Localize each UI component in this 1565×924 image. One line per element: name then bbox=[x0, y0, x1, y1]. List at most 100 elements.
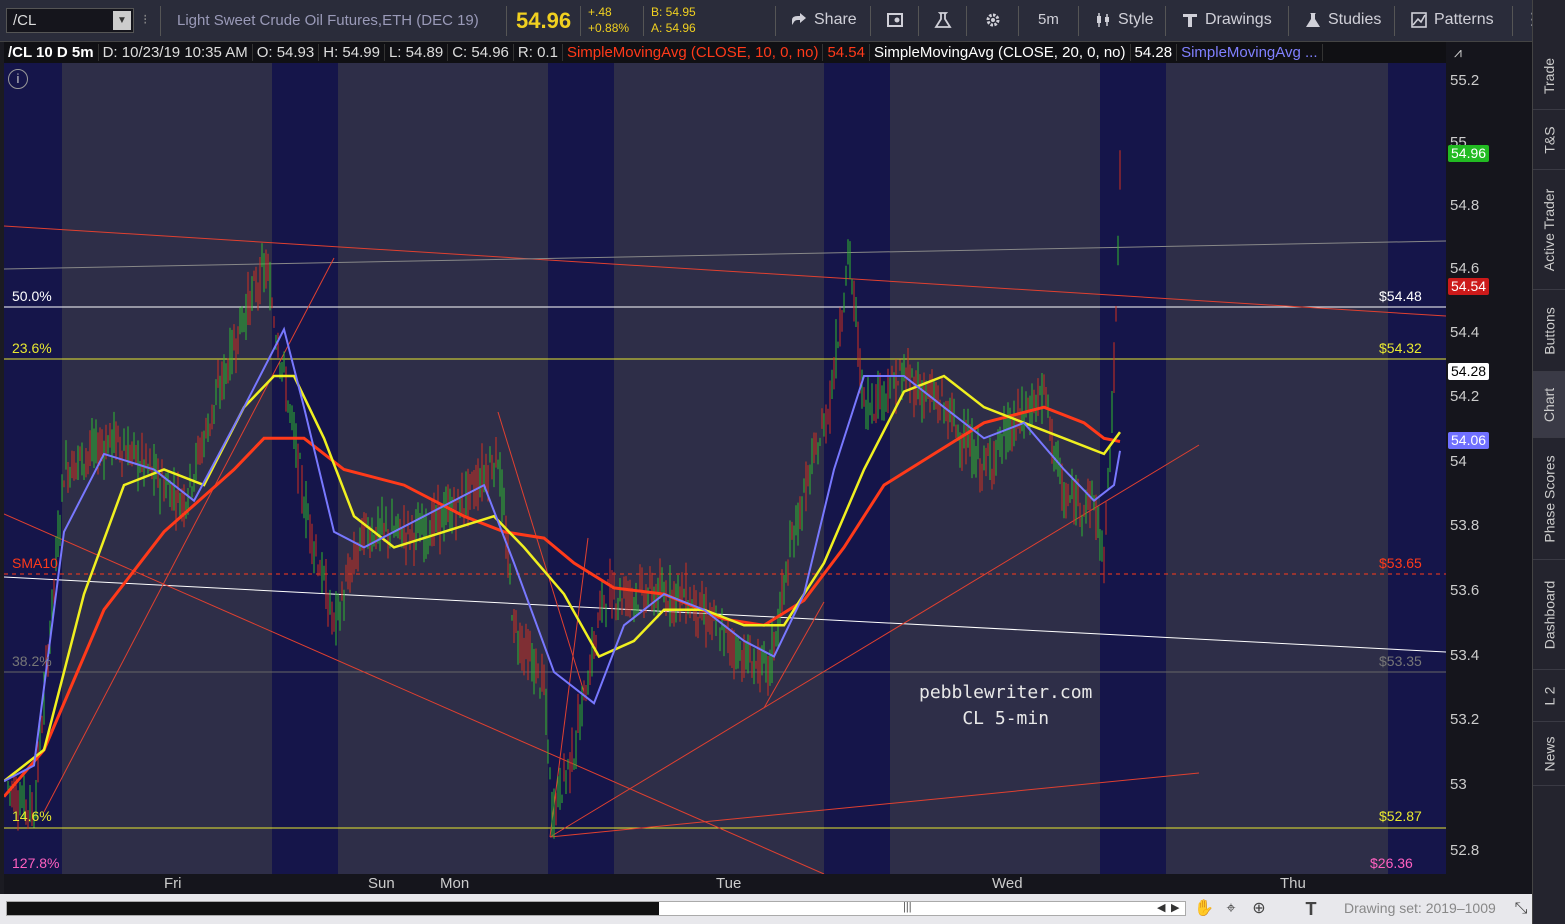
time-axis[interactable]: Fri Sun Mon Tue Wed Thu bbox=[4, 874, 1532, 894]
info-sma-more: SimpleMovingAvg ... bbox=[1177, 44, 1323, 61]
info-open: O: 54.93 bbox=[253, 44, 320, 61]
tab-phase-scores[interactable]: Phase Scores bbox=[1533, 438, 1565, 560]
share-button[interactable]: Share bbox=[790, 11, 857, 29]
timeframe-button[interactable]: 5m bbox=[1038, 11, 1059, 28]
sma10-badge: 54.54 bbox=[1448, 278, 1490, 295]
price-tick: 53.4 bbox=[1450, 647, 1480, 664]
expand-icon[interactable]: ⤡ bbox=[1512, 900, 1530, 918]
style-label: Style bbox=[1118, 11, 1154, 28]
info-date: D: 10/23/19 10:35 AM bbox=[99, 44, 253, 61]
symbol-input[interactable]: /CL ▼ bbox=[6, 8, 134, 33]
tab-buttons[interactable]: Buttons bbox=[1533, 290, 1565, 372]
fib-price-14: $52.87 bbox=[1379, 808, 1422, 824]
tab-dashboard[interactable]: Dashboard bbox=[1533, 560, 1565, 670]
top-toolbar: /CL ▼ ⁝ Light Sweet Crude Oil Futures,ET… bbox=[0, 0, 1565, 42]
bottom-bar: ||| ◀ ▶ ✋ ⌖ ⊕ T Drawing set: 2019–1009 ⤡ bbox=[0, 894, 1532, 924]
time-tick: Thu bbox=[1280, 875, 1306, 892]
tab-dashboard-label: Dashboard bbox=[1541, 580, 1558, 649]
fib-pct-50: 50.0% bbox=[12, 288, 52, 304]
sma10-marker-price: $53.65 bbox=[1379, 555, 1422, 571]
session-band bbox=[824, 42, 890, 874]
info-low: L: 54.89 bbox=[385, 44, 449, 61]
tab-trade-label: Trade bbox=[1541, 57, 1558, 94]
drawing-set-status: Drawing set: 2019–1009 bbox=[1344, 900, 1496, 916]
text-tool-icon bbox=[1183, 14, 1197, 27]
price-tick: 52.8 bbox=[1450, 842, 1480, 859]
sma10-marker-label: SMA10 bbox=[12, 555, 58, 571]
zoom-icon[interactable]: ⊕ bbox=[1250, 900, 1268, 918]
price-chart[interactable]: pebblewriter.com CL 5-min 50.0% 23.6% 38… bbox=[4, 42, 1446, 874]
scrollbar-thumb[interactable] bbox=[7, 902, 659, 915]
info-symbol-period: /CL 10 D 5m bbox=[4, 44, 99, 61]
crosshair-icon[interactable]: ⌖ bbox=[1222, 900, 1240, 918]
info-sma20-value: 54.28 bbox=[1131, 44, 1178, 61]
chart-canvas[interactable] bbox=[4, 42, 1446, 874]
session-band bbox=[1388, 42, 1446, 874]
settings-panel-icon bbox=[887, 13, 903, 27]
time-tick: Tue bbox=[716, 875, 742, 892]
style-button[interactable]: Style bbox=[1094, 11, 1154, 29]
tab-news[interactable]: News bbox=[1533, 722, 1565, 786]
fib-price-38: $53.35 bbox=[1379, 653, 1422, 669]
chart-settings-button[interactable] bbox=[886, 11, 904, 29]
time-tick: Fri bbox=[164, 875, 182, 892]
sma20-badge: 54.28 bbox=[1448, 363, 1490, 380]
gear-button[interactable] bbox=[984, 11, 1002, 29]
text-tool-icon[interactable]: T bbox=[1302, 900, 1320, 918]
sma-blue-badge: 54.06 bbox=[1448, 432, 1490, 449]
symbol-value: /CL bbox=[13, 12, 37, 29]
price-tick: 54 bbox=[1450, 453, 1467, 470]
price-axis[interactable]: ⩘ 55.2 55 54.8 54.6 54.4 54.2 54 53.8 53… bbox=[1446, 42, 1532, 874]
tab-level2-label: L 2 bbox=[1541, 686, 1558, 705]
info-icon[interactable]: i bbox=[8, 69, 28, 89]
pan-icon[interactable]: ✋ bbox=[1194, 900, 1214, 918]
patterns-button[interactable]: Patterns bbox=[1410, 11, 1494, 29]
tab-level2[interactable]: L 2 bbox=[1533, 670, 1565, 722]
chart-scrollbar[interactable]: ||| ◀ ▶ bbox=[6, 901, 1186, 916]
session-band bbox=[4, 42, 62, 874]
studies-button[interactable]: Studies bbox=[1304, 11, 1381, 29]
axis-scale-icon[interactable]: ⩘ bbox=[1454, 44, 1462, 61]
last-price-badge: 54.96 bbox=[1448, 145, 1490, 162]
fib-price-50: $54.48 bbox=[1379, 288, 1422, 304]
price-tick: 55.2 bbox=[1450, 72, 1480, 89]
share-icon bbox=[792, 13, 806, 25]
drawings-label: Drawings bbox=[1205, 11, 1272, 28]
price-tick: 54.6 bbox=[1450, 260, 1480, 277]
patterns-label: Patterns bbox=[1434, 11, 1494, 28]
last-price: 54.96 bbox=[516, 8, 572, 33]
fib-pct-23: 23.6% bbox=[12, 340, 52, 356]
price-tick: 53 bbox=[1450, 776, 1467, 793]
flask-button[interactable] bbox=[934, 11, 952, 29]
tab-time-sales[interactable]: T&S bbox=[1533, 110, 1565, 170]
tab-active-trader[interactable]: Active Trader bbox=[1533, 170, 1565, 290]
symbol-options-icon[interactable]: ⁝ bbox=[143, 11, 147, 28]
fib-pct-38: 38.2% bbox=[12, 653, 52, 669]
flask-icon bbox=[934, 12, 952, 28]
info-sma20-label: SimpleMovingAvg (CLOSE, 20, 0, no) bbox=[870, 44, 1131, 61]
drawings-button[interactable]: Drawings bbox=[1181, 11, 1272, 29]
timeframe-label: 5m bbox=[1038, 11, 1059, 28]
fib-pct-127: 127.8% bbox=[12, 855, 60, 871]
price-tick: 53.8 bbox=[1450, 517, 1480, 534]
tab-active-trader-label: Active Trader bbox=[1541, 188, 1558, 271]
tab-chart[interactable]: Chart bbox=[1533, 372, 1565, 438]
tab-trade[interactable]: Trade bbox=[1533, 42, 1565, 110]
session-band bbox=[548, 42, 614, 874]
scrollbar-grip-icon: ||| bbox=[903, 901, 912, 913]
info-sma10-label: SimpleMovingAvg (CLOSE, 10, 0, no) bbox=[563, 44, 824, 61]
price-tick: 53.2 bbox=[1450, 711, 1480, 728]
info-high: H: 54.99 bbox=[319, 44, 385, 61]
scroll-right-icon[interactable]: ▶ bbox=[1171, 901, 1179, 914]
time-tick: Mon bbox=[440, 875, 470, 892]
info-range: R: 0.1 bbox=[514, 44, 563, 61]
flask-icon bbox=[1306, 13, 1320, 27]
tab-news-label: News bbox=[1541, 735, 1558, 772]
symbol-dropdown-icon[interactable]: ▼ bbox=[113, 11, 131, 30]
candle-style-icon bbox=[1097, 13, 1109, 27]
price-tick: 54.4 bbox=[1450, 324, 1480, 341]
tab-chart-label: Chart bbox=[1541, 387, 1558, 422]
tab-phase-scores-label: Phase Scores bbox=[1541, 454, 1558, 543]
net-change: +.48 bbox=[588, 5, 612, 19]
scroll-left-icon[interactable]: ◀ bbox=[1157, 901, 1165, 914]
